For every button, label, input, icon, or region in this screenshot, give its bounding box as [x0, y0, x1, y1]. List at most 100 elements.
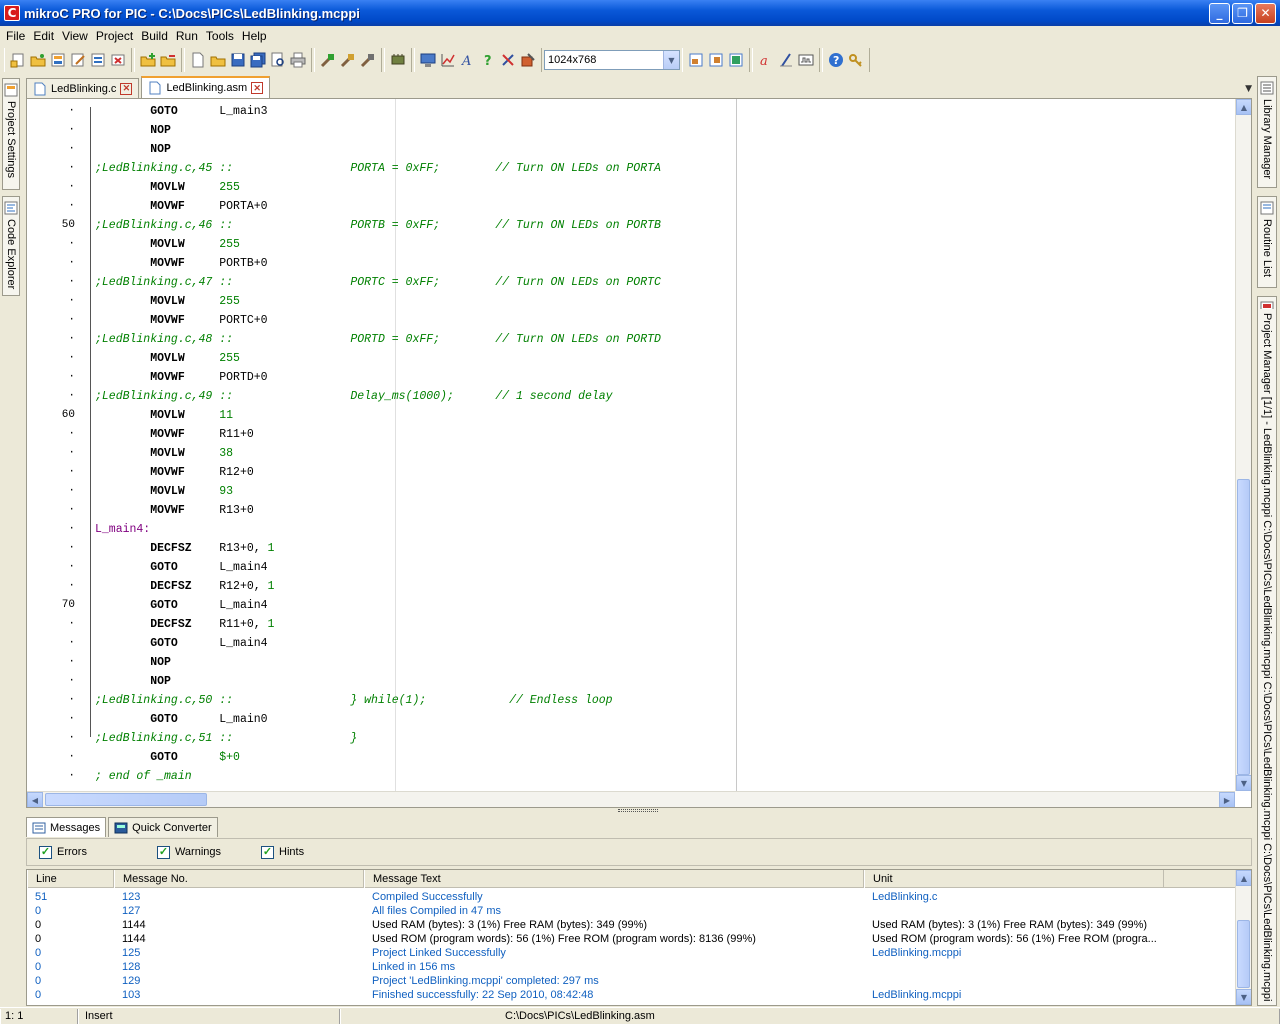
- close-tab-icon[interactable]: ✕: [251, 82, 264, 94]
- close-tab-icon[interactable]: ✕: [120, 82, 133, 95]
- view-3-icon[interactable]: [727, 51, 745, 69]
- font-icon[interactable]: A: [459, 51, 477, 69]
- menu-run[interactable]: Run: [172, 29, 202, 43]
- view-1-icon[interactable]: [687, 51, 705, 69]
- print-icon[interactable]: [289, 51, 307, 69]
- column-header-line[interactable]: Line: [27, 870, 114, 888]
- code-line[interactable]: NOP: [95, 121, 171, 140]
- code-line[interactable]: DECFSZ R11+0, 1: [95, 615, 274, 634]
- table-row[interactable]: 0 1144 Used ROM (program words): 56 (1%) F…: [27, 932, 1235, 946]
- tab-messages[interactable]: Messages: [26, 817, 107, 837]
- code-line[interactable]: NOP: [95, 672, 171, 691]
- tab-list-chevron-icon[interactable]: ▼: [1245, 84, 1252, 94]
- hscroll-thumb[interactable]: [45, 793, 207, 806]
- code-line[interactable]: ;LedBlinking.c,45 :: PORTA = 0xFF; // Tu…: [95, 159, 661, 178]
- programmer-icon[interactable]: [389, 51, 407, 69]
- code-line[interactable]: DECFSZ R13+0, 1: [95, 539, 274, 558]
- maximize-button[interactable]: ❐: [1232, 2, 1253, 24]
- project-settings-icon[interactable]: [49, 51, 67, 69]
- column-header-message-text[interactable]: Message Text: [364, 870, 864, 888]
- help-question-icon[interactable]: ?: [479, 51, 497, 69]
- scroll-left-icon[interactable]: ◀: [27, 792, 43, 807]
- statistics-icon[interactable]: [439, 51, 457, 69]
- table-row[interactable]: 51 123 Compiled Successfully LedBlinking.c: [27, 890, 1235, 904]
- table-row[interactable]: 0 128 Linked in 156 ms: [27, 960, 1235, 974]
- menu-file[interactable]: File: [2, 29, 29, 43]
- code-explorer-tab[interactable]: Code Explorer: [2, 196, 20, 296]
- code-line[interactable]: GOTO L_main4: [95, 596, 267, 615]
- remove-file-icon[interactable]: [159, 51, 177, 69]
- code-line[interactable]: MOVLW 255: [95, 178, 240, 197]
- messages-vertical-scrollbar[interactable]: ▲ ▼: [1235, 870, 1251, 1005]
- app-icon[interactable]: C: [4, 5, 20, 21]
- view-assembly-icon[interactable]: [419, 51, 437, 69]
- scroll-down-icon[interactable]: ▼: [1236, 775, 1251, 791]
- edit-project-icon[interactable]: [69, 51, 87, 69]
- table-row[interactable]: 0 129 Project 'LedBlinking.mcppi' complete…: [27, 974, 1235, 988]
- key-icon[interactable]: [847, 51, 865, 69]
- build-program-icon[interactable]: [359, 51, 377, 69]
- code-line[interactable]: NOP: [95, 653, 171, 672]
- project-settings-tab[interactable]: Project Settings: [2, 78, 20, 190]
- scroll-up-icon[interactable]: ▲: [1236, 99, 1251, 115]
- code-line[interactable]: MOVWF R12+0: [95, 463, 254, 482]
- save-project-icon[interactable]: [89, 51, 107, 69]
- tab-quick-converter[interactable]: Quick Converter: [108, 817, 218, 837]
- errors-checkbox[interactable]: ✓ Errors: [39, 845, 87, 859]
- new-project-icon[interactable]: [9, 51, 27, 69]
- warnings-checkbox[interactable]: ✓ Warnings: [156, 845, 221, 859]
- title-bar[interactable]: C mikroC PRO for PIC - C:\Docs\PICs\LedB…: [0, 0, 1280, 26]
- minimize-button[interactable]: _: [1209, 2, 1230, 24]
- close-project-icon[interactable]: [109, 51, 127, 69]
- open-file-icon[interactable]: [209, 51, 227, 69]
- code-line[interactable]: MOVLW 11: [95, 406, 233, 425]
- options-icon[interactable]: [499, 51, 517, 69]
- chevron-down-icon[interactable]: ▼: [663, 51, 679, 69]
- code-line[interactable]: ;LedBlinking.c,50 :: } while(1); // Endl…: [95, 691, 613, 710]
- lcd-designer-icon[interactable]: [797, 51, 815, 69]
- scroll-up-icon[interactable]: ▲: [1236, 870, 1251, 886]
- code-line[interactable]: MOVWF PORTB+0: [95, 254, 267, 273]
- open-project-icon[interactable]: [29, 51, 47, 69]
- code-line[interactable]: MOVLW 255: [95, 235, 240, 254]
- code-line[interactable]: ;LedBlinking.c,48 :: PORTD = 0xFF; // Tu…: [95, 330, 661, 349]
- code-line[interactable]: ;LedBlinking.c,51 :: }: [95, 729, 357, 748]
- code-line[interactable]: ;LedBlinking.c,47 :: PORTC = 0xFF; // Tu…: [95, 273, 661, 292]
- code-line[interactable]: MOVLW 38: [95, 444, 233, 463]
- close-button[interactable]: ✕: [1255, 2, 1276, 24]
- resolution-combo[interactable]: 1024x768 ▼: [544, 50, 680, 70]
- tools-icon[interactable]: [519, 51, 537, 69]
- view-2-icon[interactable]: [707, 51, 725, 69]
- checkbox-check-icon[interactable]: ✓: [39, 845, 52, 859]
- tab-ledblinking-asm[interactable]: LedBlinking.asm ✕: [141, 76, 271, 98]
- code-line[interactable]: ;LedBlinking.c,49 :: Delay_ms(1000); // …: [95, 387, 613, 406]
- table-row[interactable]: 0 1144 Used RAM (bytes): 3 (1%) Free RAM (…: [27, 918, 1235, 932]
- editor-horizontal-scrollbar[interactable]: ◀ ▶: [27, 791, 1235, 807]
- scroll-down-icon[interactable]: ▼: [1236, 989, 1251, 1005]
- code-line[interactable]: GOTO L_main4: [95, 634, 267, 653]
- code-line[interactable]: NOP: [95, 140, 171, 159]
- code-line[interactable]: MOVWF R11+0: [95, 425, 254, 444]
- help-icon[interactable]: ?: [827, 51, 845, 69]
- add-file-icon[interactable]: [139, 51, 157, 69]
- code-area[interactable]: GOTO L_main3 NOP NOP ;LedBlinking.c,45 ::…: [27, 99, 1235, 791]
- code-line[interactable]: GOTO L_main4: [95, 558, 267, 577]
- menu-build[interactable]: Build: [137, 29, 172, 43]
- scroll-right-icon[interactable]: ▶: [1219, 792, 1235, 807]
- code-line[interactable]: L_main4:: [95, 520, 150, 539]
- code-line[interactable]: MOVWF PORTC+0: [95, 311, 267, 330]
- panel-splitter[interactable]: [26, 808, 1252, 814]
- menu-edit[interactable]: Edit: [29, 29, 58, 43]
- checkbox-check-icon[interactable]: ✓: [261, 845, 275, 859]
- code-line[interactable]: MOVLW 255: [95, 349, 240, 368]
- code-line[interactable]: ; end of _main: [95, 767, 192, 786]
- table-row[interactable]: 0 127 All files Compiled in 47 ms: [27, 904, 1235, 918]
- code-editor[interactable]: · · · · · · 50 · · · · · · · · · 60 · · · · · · · · · 70 · · · · · · · · · …: [26, 98, 1252, 808]
- save-all-icon[interactable]: [249, 51, 267, 69]
- library-manager-tab[interactable]: Library Manager: [1257, 76, 1277, 188]
- build-all-icon[interactable]: [339, 51, 357, 69]
- code-line[interactable]: MOVWF PORTD+0: [95, 368, 267, 387]
- splitter-grip[interactable]: [618, 809, 658, 812]
- print-preview-icon[interactable]: [269, 51, 287, 69]
- menu-tools[interactable]: Tools: [202, 29, 238, 43]
